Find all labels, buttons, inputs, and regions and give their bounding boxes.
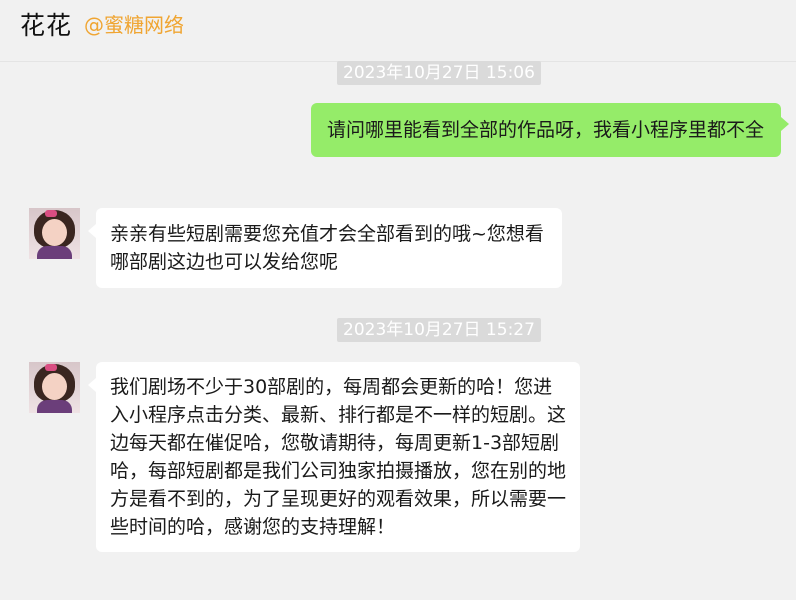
chat-header: 花花 @蜜糖网络 xyxy=(0,0,796,62)
incoming-message-bubble[interactable]: 我们剧场不少于30部剧的，每周都会更新的哈！您进入小程序点击分类、最新、排行都是… xyxy=(88,362,580,552)
message-timestamp: 2023年10月27日 15:27 xyxy=(337,318,541,342)
avatar-face xyxy=(42,219,67,246)
contact-avatar[interactable] xyxy=(29,208,80,259)
incoming-message-bubble[interactable]: 亲亲有些短剧需要您充值才会全部看到的哦~您想看哪部剧这边也可以发给您呢 xyxy=(88,208,562,288)
message-timestamp: 2023年10月27日 15:06 xyxy=(337,61,541,85)
avatar-face xyxy=(42,373,67,400)
contact-name[interactable]: 花花 xyxy=(20,6,72,42)
organization-tag: @蜜糖网络 xyxy=(84,13,184,37)
avatar-body xyxy=(37,400,72,413)
outgoing-message-bubble[interactable]: 请问哪里能看到全部的作品呀，我看小程序里都不全 xyxy=(311,103,789,157)
avatar-bow xyxy=(45,210,57,217)
avatar-body xyxy=(37,246,72,259)
contact-avatar[interactable] xyxy=(29,362,80,413)
avatar-bow xyxy=(45,364,57,371)
